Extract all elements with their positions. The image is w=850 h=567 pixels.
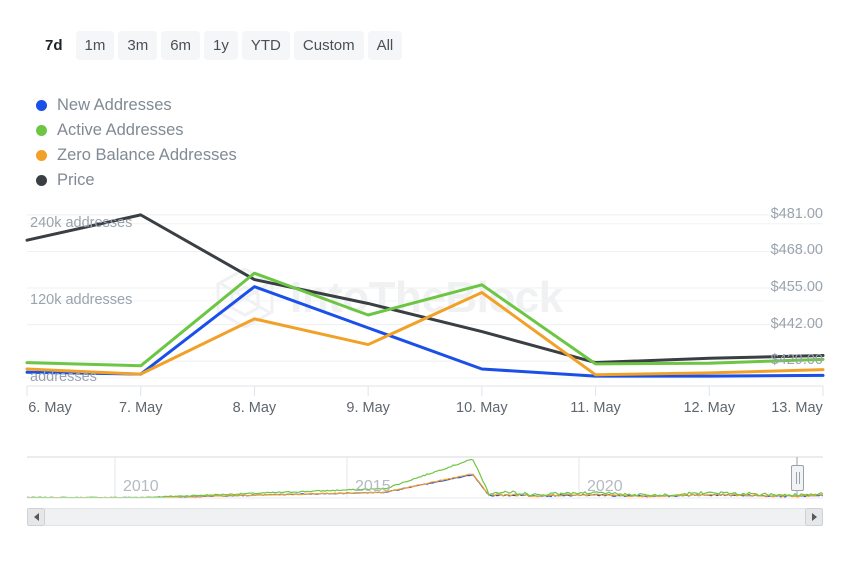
range-button-6m[interactable]: 6m: [161, 31, 200, 60]
x-axis-tick-label: 11. May: [570, 400, 621, 416]
legend-item-new-addresses[interactable]: New Addresses: [36, 93, 321, 118]
legend-item-label: Active Addresses: [57, 121, 184, 140]
scrollbar-track[interactable]: [45, 508, 805, 526]
navigator-scrollbar[interactable]: [27, 508, 823, 526]
x-axis-tick-label: 7. May: [119, 400, 163, 416]
scroll-left-button[interactable]: [27, 508, 45, 526]
y-axis-right-tick-label: $455.00: [771, 279, 823, 295]
arrow-right-icon: [812, 513, 817, 521]
y-axis-left-tick-label: addresses: [30, 369, 97, 385]
y-axis-right-tick-label: $429.00: [771, 352, 823, 368]
x-axis-tick-label: 13. May: [771, 400, 823, 416]
range-selector: 7d1m3m6m1yYTDCustomAll: [36, 31, 402, 60]
navigator-year-label: 2010: [123, 478, 159, 496]
chart-plot-area[interactable]: 240k addresses 120k addresses addresses $48…: [0, 160, 850, 425]
y-axis-right-tick-label: $468.00: [771, 242, 823, 258]
x-axis-tick-label: 6. May: [28, 400, 72, 416]
navigator-handle-icon[interactable]: [791, 465, 804, 491]
range-button-1y[interactable]: 1y: [204, 31, 238, 60]
range-button-custom[interactable]: Custom: [294, 31, 364, 60]
legend-dot-icon: [36, 125, 47, 136]
range-button-7d[interactable]: 7d: [36, 31, 72, 60]
navigator-year-label: 2015: [355, 478, 391, 496]
navigator-year-label: 2020: [587, 478, 623, 496]
x-axis-tick-label: 8. May: [233, 400, 277, 416]
legend-item-active-addresses[interactable]: Active Addresses: [36, 118, 321, 143]
arrow-left-icon: [34, 513, 39, 521]
y-axis-left-tick-label: 120k addresses: [30, 292, 132, 308]
range-button-1m[interactable]: 1m: [76, 31, 115, 60]
y-axis-right-tick-label: $442.00: [771, 316, 823, 332]
range-button-3m[interactable]: 3m: [118, 31, 157, 60]
x-axis-tick-label: 12. May: [683, 400, 735, 416]
y-axis-left-tick-label: 240k addresses: [30, 215, 132, 231]
range-button-ytd[interactable]: YTD: [242, 31, 290, 60]
scroll-right-button[interactable]: [805, 508, 823, 526]
legend-item-label: New Addresses: [57, 96, 172, 115]
x-axis-tick-label: 10. May: [456, 400, 508, 416]
chart-navigator[interactable]: 2010 2015 2020: [27, 445, 823, 510]
legend-dot-icon: [36, 100, 47, 111]
y-axis-right-tick-label: $481.00: [771, 206, 823, 222]
range-button-all[interactable]: All: [368, 31, 403, 60]
x-axis-tick-label: 9. May: [346, 400, 390, 416]
